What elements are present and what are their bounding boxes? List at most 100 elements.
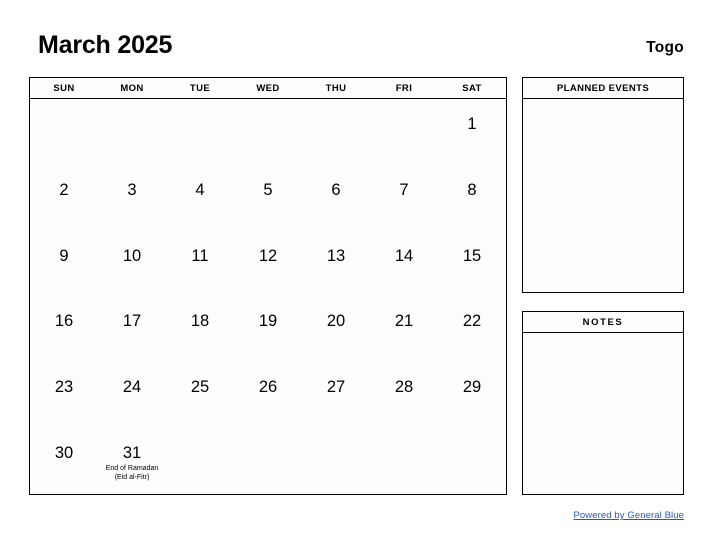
- day-cell[interactable]: 2: [30, 165, 98, 231]
- weekday-header-mon: MON: [120, 82, 144, 94]
- weekday-header-fri: FRI: [395, 82, 413, 94]
- calendar-grid: SUN MON TUE WED THU FRI SAT 1 2 3 4 5 6 …: [29, 77, 507, 495]
- notes-title: NOTES: [523, 312, 683, 333]
- day-number: 13: [326, 246, 346, 265]
- day-number: 23: [54, 378, 74, 397]
- day-cell[interactable]: [438, 428, 506, 494]
- day-cell[interactable]: 13: [302, 231, 370, 297]
- day-number: 29: [462, 378, 482, 397]
- day-cell[interactable]: [302, 99, 370, 165]
- day-number: 1: [467, 115, 477, 133]
- day-cell[interactable]: 24: [98, 362, 166, 428]
- planned-events-body[interactable]: [523, 99, 683, 292]
- weekday-header-tue: TUE: [189, 82, 211, 94]
- day-cell[interactable]: [166, 99, 234, 165]
- week-row: 1: [30, 99, 506, 165]
- day-cell[interactable]: 29: [438, 362, 506, 428]
- day-number: 15: [462, 246, 482, 265]
- day-number: 16: [54, 312, 74, 331]
- day-cell[interactable]: 7: [370, 165, 438, 231]
- day-cell[interactable]: 22: [438, 296, 506, 362]
- day-cell[interactable]: 19: [234, 296, 302, 362]
- day-cell[interactable]: 3: [98, 165, 166, 231]
- weekday-header-sun: SUN: [53, 82, 75, 94]
- day-number: 5: [263, 180, 273, 199]
- day-number: 30: [54, 444, 74, 463]
- day-number: 14: [394, 246, 414, 265]
- week-row: 2 3 4 5 6 7 8: [30, 165, 506, 231]
- day-number: 12: [258, 246, 278, 265]
- day-number: 7: [399, 180, 409, 199]
- planned-events-panel: PLANNED EVENTS: [522, 77, 684, 293]
- day-cell[interactable]: [234, 99, 302, 165]
- day-cell[interactable]: 1: [438, 99, 506, 165]
- week-row: 23 24 25 26 27 28 29: [30, 362, 506, 428]
- powered-by-link[interactable]: Powered by General Blue: [573, 510, 684, 521]
- day-number: 18: [190, 312, 210, 331]
- day-cell[interactable]: 20: [302, 296, 370, 362]
- day-cell[interactable]: 18: [166, 296, 234, 362]
- notes-body[interactable]: [523, 333, 683, 494]
- day-cell[interactable]: 4: [166, 165, 234, 231]
- day-number: 11: [191, 246, 209, 265]
- day-cell[interactable]: 28: [370, 362, 438, 428]
- day-number: 3: [127, 180, 137, 199]
- calendar-weeks: 1 2 3 4 5 6 7 8 9 10 11 12 13 14 15 16 1…: [30, 99, 506, 494]
- region-label: Togo: [646, 39, 684, 56]
- day-number: 20: [326, 312, 346, 331]
- day-event: End of Ramadan (Eid al-Fitr): [105, 465, 159, 481]
- day-number: 25: [190, 378, 210, 397]
- day-number: 22: [462, 312, 482, 331]
- week-row: 30 31 End of Ramadan (Eid al-Fitr): [30, 428, 506, 494]
- day-cell[interactable]: 8: [438, 165, 506, 231]
- day-number: 17: [122, 312, 142, 331]
- weekday-header-thu: THU: [325, 82, 347, 94]
- day-cell[interactable]: 6: [302, 165, 370, 231]
- day-cell[interactable]: 9: [30, 231, 98, 297]
- day-cell[interactable]: [370, 428, 438, 494]
- notes-panel: NOTES: [522, 311, 684, 495]
- day-cell[interactable]: 23: [30, 362, 98, 428]
- day-cell[interactable]: 16: [30, 296, 98, 362]
- day-cell[interactable]: 10: [98, 231, 166, 297]
- day-number: 6: [331, 180, 341, 199]
- day-number: 21: [394, 312, 414, 331]
- day-cell[interactable]: [370, 99, 438, 165]
- day-cell[interactable]: 5: [234, 165, 302, 231]
- day-number: 19: [258, 312, 278, 331]
- day-cell[interactable]: 14: [370, 231, 438, 297]
- week-row: 16 17 18 19 20 21 22: [30, 296, 506, 362]
- day-cell[interactable]: 31 End of Ramadan (Eid al-Fitr): [98, 428, 166, 494]
- page-header: March 2025 Togo: [29, 30, 684, 70]
- day-cell[interactable]: 12: [234, 231, 302, 297]
- day-number: 24: [122, 378, 142, 397]
- day-number: 8: [467, 180, 477, 199]
- day-cell[interactable]: [166, 428, 234, 494]
- day-cell[interactable]: 15: [438, 231, 506, 297]
- weekday-header-wed: WED: [256, 82, 280, 94]
- day-cell[interactable]: 17: [98, 296, 166, 362]
- day-cell[interactable]: 27: [302, 362, 370, 428]
- day-number: 9: [59, 246, 69, 265]
- day-cell[interactable]: 30: [30, 428, 98, 494]
- planned-events-title: PLANNED EVENTS: [523, 78, 683, 99]
- day-cell[interactable]: 26: [234, 362, 302, 428]
- day-number: 26: [258, 378, 278, 397]
- day-cell[interactable]: 25: [166, 362, 234, 428]
- day-number: 4: [195, 180, 205, 199]
- day-cell[interactable]: [302, 428, 370, 494]
- day-cell[interactable]: 11: [166, 231, 234, 297]
- day-number: 10: [122, 246, 142, 265]
- day-cell[interactable]: [234, 428, 302, 494]
- day-cell[interactable]: [30, 99, 98, 165]
- day-number: 27: [326, 378, 346, 397]
- page-title: March 2025: [38, 31, 173, 59]
- day-cell[interactable]: [98, 99, 166, 165]
- day-number: 28: [394, 378, 414, 397]
- weekday-header-sat: SAT: [462, 82, 482, 94]
- week-row: 9 10 11 12 13 14 15: [30, 231, 506, 297]
- page-footer: Powered by General Blue: [29, 505, 684, 523]
- day-number: 2: [59, 180, 69, 199]
- weekday-header-row: SUN MON TUE WED THU FRI SAT: [30, 78, 506, 99]
- day-cell[interactable]: 21: [370, 296, 438, 362]
